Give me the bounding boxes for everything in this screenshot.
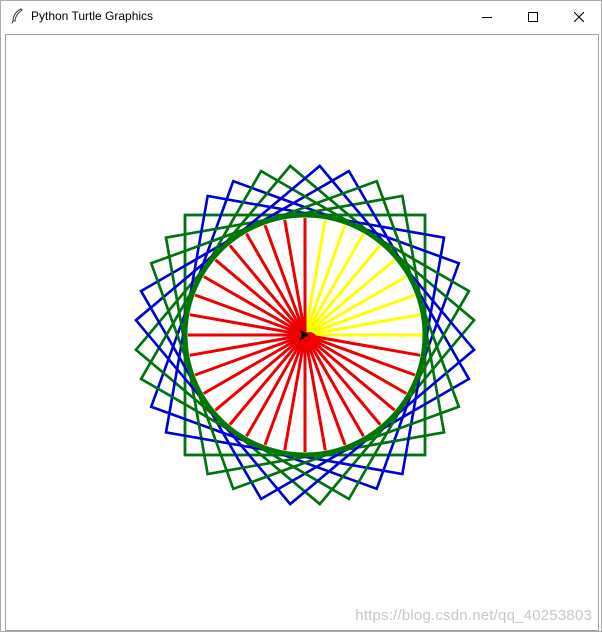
title-bar[interactable]: Python Turtle Graphics (1, 1, 601, 32)
turtle-canvas[interactable]: https://blog.csdn.net/qq_40253803 (5, 34, 599, 631)
maximize-button[interactable] (510, 1, 556, 32)
watermark: https://blog.csdn.net/qq_40253803 (355, 607, 592, 624)
close-button[interactable] (556, 1, 602, 32)
minimize-icon (482, 16, 492, 18)
window-title: Python Turtle Graphics (31, 9, 154, 23)
turtle-window: Python Turtle Graphics https://blog.csdn… (0, 0, 602, 632)
feather-icon (10, 8, 24, 24)
close-icon (574, 11, 584, 22)
drawing-surface (134, 164, 476, 506)
minimize-button[interactable] (464, 1, 510, 32)
maximize-icon (528, 11, 538, 22)
